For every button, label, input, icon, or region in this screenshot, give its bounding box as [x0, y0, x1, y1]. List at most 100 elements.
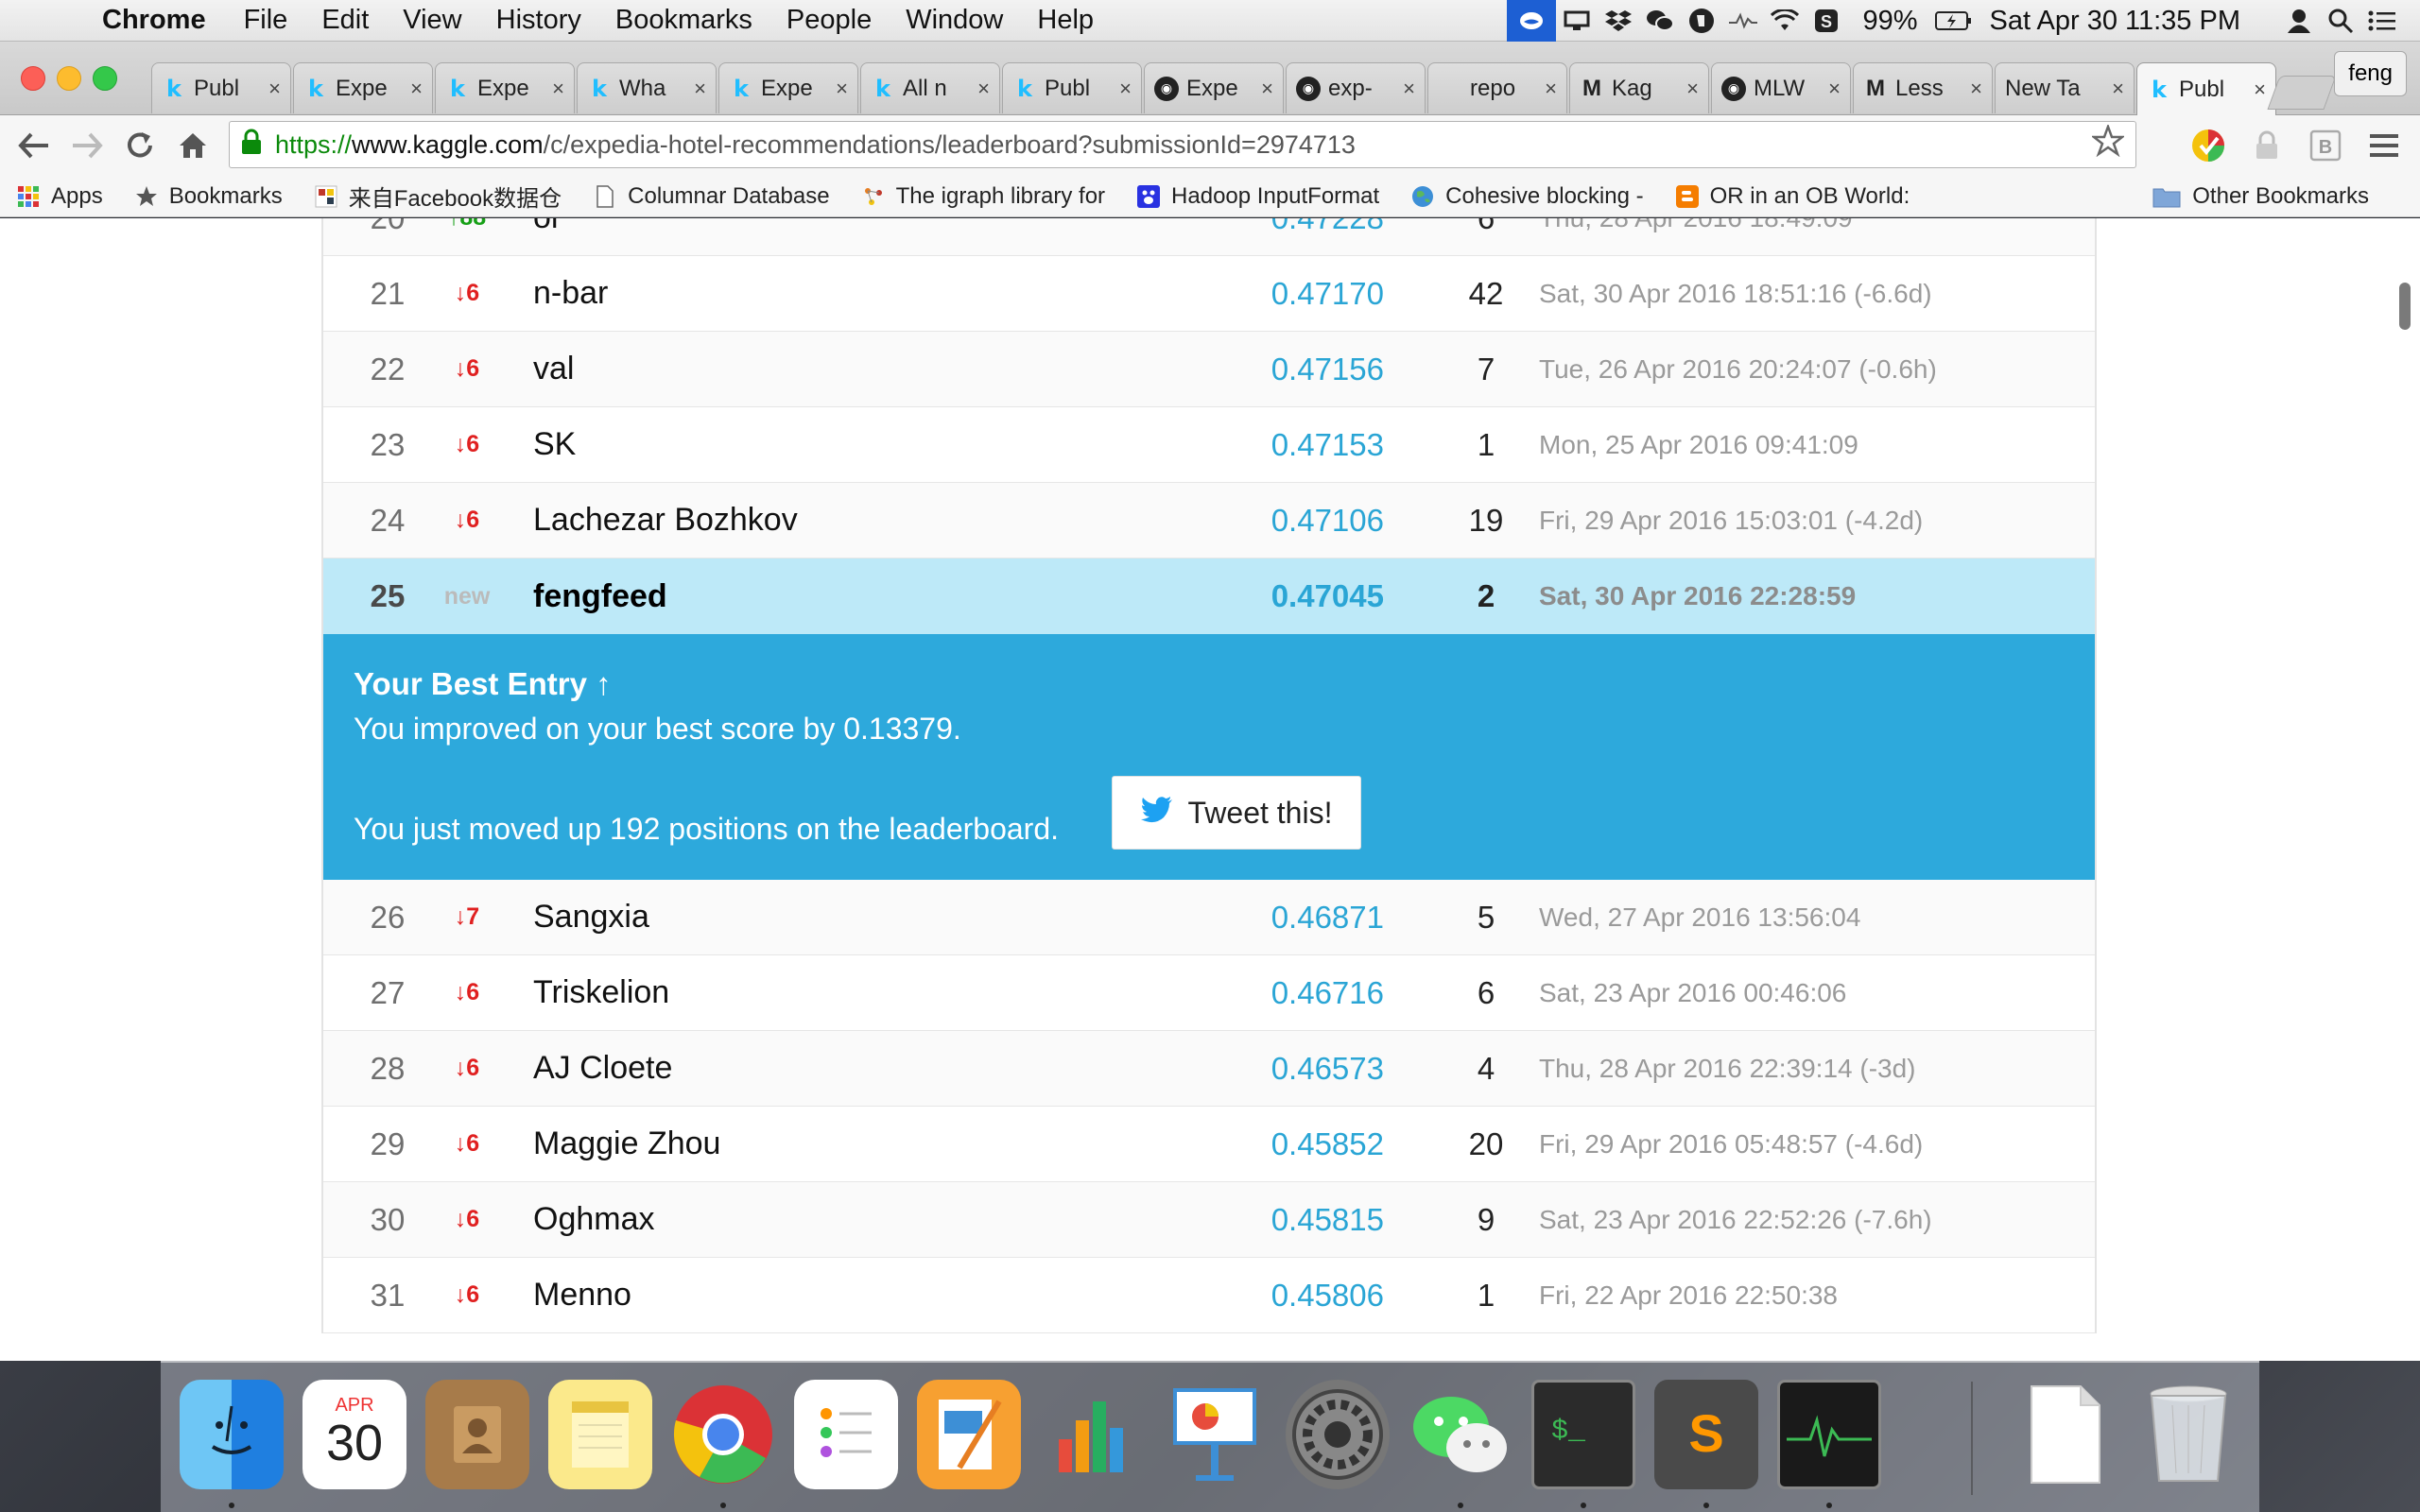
browser-tab[interactable]: M Kag ×: [1569, 62, 1709, 113]
close-tab-icon[interactable]: ×: [1545, 77, 1557, 101]
new-tab-button[interactable]: [2267, 76, 2337, 110]
row-team-name[interactable]: Triskelion: [533, 974, 669, 1011]
user-icon[interactable]: [2278, 0, 2320, 42]
browser-tab[interactable]: k Publ ×: [151, 62, 291, 113]
reload-button[interactable]: [113, 119, 166, 172]
row-team-name[interactable]: or: [533, 218, 562, 236]
browser-tab[interactable]: k Expe ×: [435, 62, 575, 113]
terminal-icon[interactable]: $_: [1531, 1380, 1635, 1489]
leaderboard-row[interactable]: 31 ↓6 Menno 0.45806 1 Fri, 22 Apr 2016 22:50:…: [323, 1258, 2095, 1333]
close-tab-icon[interactable]: ×: [552, 77, 564, 101]
tweet-this-button[interactable]: Tweet this!: [1112, 776, 1361, 850]
wifi-tray-icon[interactable]: [1764, 0, 1806, 42]
row-team-name[interactable]: fengfeed: [533, 578, 667, 615]
chrome-menu-icon[interactable]: [2361, 123, 2407, 168]
secure-lock-icon[interactable]: [241, 129, 262, 162]
browser-tab[interactable]: New Ta ×: [1995, 62, 2135, 113]
system-preferences-icon[interactable]: [1286, 1380, 1390, 1489]
browser-tab[interactable]: k Expe ×: [293, 62, 433, 113]
lock-extension-icon[interactable]: [2244, 123, 2290, 168]
close-tab-icon[interactable]: ×: [1970, 77, 1982, 101]
page-viewport[interactable]: 20 ↑88 or 0.47228 6 Thu, 28 Apr 2016 18:49:09…: [0, 218, 2420, 1361]
leaderboard-row[interactable]: 21 ↓6 n-bar 0.47170 42 Sat, 30 Apr 2016 18:51…: [323, 256, 2095, 332]
row-team-name[interactable]: AJ Cloete: [533, 1050, 672, 1087]
browser-tab[interactable]: M Less ×: [1853, 62, 1993, 113]
menu-view[interactable]: View: [403, 5, 461, 36]
spotlight-search-icon[interactable]: [2320, 0, 2361, 42]
row-score[interactable]: 0.47156: [1269, 352, 1384, 387]
browser-tab[interactable]: k Expe ×: [718, 62, 858, 113]
notification-center-icon[interactable]: [2361, 0, 2403, 42]
leaderboard-row[interactable]: 28 ↓6 AJ Cloete 0.46573 4 Thu, 28 Apr 2016 22…: [323, 1031, 2095, 1107]
back-button[interactable]: [8, 119, 60, 172]
numbers-icon[interactable]: [1040, 1380, 1144, 1489]
address-bar[interactable]: https://www.kaggle.com/c/expedia-hotel-r…: [229, 121, 2136, 168]
bookmark-facebook-warehouse[interactable]: 来自Facebook数据仓: [315, 180, 562, 213]
app-menu[interactable]: Chrome: [102, 5, 206, 36]
bookmark-hadoop-inputformat[interactable]: Hadoop InputFormat: [1137, 183, 1379, 210]
document-icon[interactable]: [2014, 1380, 2118, 1489]
row-team-name[interactable]: Lachezar Bozhkov: [533, 502, 798, 539]
google-drive-extension-icon[interactable]: [2186, 123, 2231, 168]
wechat-icon[interactable]: [1409, 1380, 1512, 1489]
my-leaderboard-row[interactable]: 25 new fengfeed 0.47045 2 Sat, 30 Apr 20…: [323, 558, 2095, 634]
display-tray-icon[interactable]: [1556, 0, 1598, 42]
bold-extension-icon[interactable]: B: [2303, 123, 2348, 168]
close-tab-icon[interactable]: ×: [2112, 77, 2124, 101]
browser-tab[interactable]: k All n ×: [860, 62, 1000, 113]
leaderboard-row[interactable]: 24 ↓6 Lachezar Bozhkov 0.47106 19 Fri, 29 Apr…: [323, 483, 2095, 558]
trash-icon[interactable]: [2136, 1380, 2240, 1489]
row-score[interactable]: 0.46871: [1269, 900, 1384, 936]
close-tab-icon[interactable]: ×: [410, 77, 423, 101]
close-tab-icon[interactable]: ×: [977, 77, 990, 101]
leaderboard-row[interactable]: 22 ↓6 val 0.47156 7 Tue, 26 Apr 2016 20:24:07…: [323, 332, 2095, 407]
leaderboard-row[interactable]: 29 ↓6 Maggie Zhou 0.45852 20 Fri, 29 Apr 2016…: [323, 1107, 2095, 1182]
contacts-icon[interactable]: [425, 1380, 529, 1489]
window-minimize-button[interactable]: [57, 66, 81, 91]
bookmark-folder-bookmarks[interactable]: Bookmarks: [135, 183, 283, 210]
bookmark-apps[interactable]: Apps: [17, 183, 103, 210]
menu-edit[interactable]: Edit: [321, 5, 369, 36]
battery-icon[interactable]: [1933, 0, 1975, 42]
row-score[interactable]: 0.47228: [1269, 218, 1384, 236]
close-tab-icon[interactable]: ×: [1686, 77, 1699, 101]
bookmark-other-bookmarks[interactable]: Other Bookmarks: [2152, 176, 2369, 217]
sogou-tray-icon[interactable]: S: [1806, 0, 1847, 42]
menu-bar-clock[interactable]: Sat Apr 30 11:35 PM: [1990, 6, 2240, 37]
leaderboard-row[interactable]: 30 ↓6 Oghmax 0.45815 9 Sat, 23 Apr 2016 22:52…: [323, 1182, 2095, 1258]
menu-help[interactable]: Help: [1037, 5, 1094, 36]
menu-bookmarks[interactable]: Bookmarks: [615, 5, 752, 36]
menu-file[interactable]: File: [244, 5, 288, 36]
row-team-name[interactable]: val: [533, 351, 574, 387]
dropbox-tray-icon[interactable]: [1598, 0, 1639, 42]
pages-icon[interactable]: [917, 1380, 1021, 1489]
battery-status[interactable]: 99%: [1862, 6, 1917, 37]
menu-window[interactable]: Window: [906, 5, 1003, 36]
evernote-tray-icon[interactable]: [1681, 0, 1722, 42]
notes-icon[interactable]: [548, 1380, 652, 1489]
forward-button[interactable]: [60, 119, 113, 172]
close-tab-icon[interactable]: ×: [1261, 77, 1273, 101]
window-close-button[interactable]: [21, 66, 45, 91]
row-score[interactable]: 0.47045: [1269, 578, 1384, 614]
bookmark-star-icon[interactable]: [2090, 122, 2126, 165]
bookmark-igraph[interactable]: The igraph library for: [862, 183, 1105, 210]
row-team-name[interactable]: Oghmax: [533, 1201, 655, 1238]
activity-monitor-icon[interactable]: [1777, 1380, 1881, 1489]
row-score[interactable]: 0.47106: [1269, 503, 1384, 539]
browser-tab[interactable]: k Publ ×: [2136, 62, 2276, 115]
row-team-name[interactable]: Maggie Zhou: [533, 1125, 720, 1162]
finder-icon[interactable]: [180, 1380, 284, 1489]
keynote-icon[interactable]: [1163, 1380, 1267, 1489]
browser-tab[interactable]: k Publ ×: [1002, 62, 1142, 113]
browser-tab[interactable]: ◉ MLW ×: [1711, 62, 1851, 113]
activity-tray-icon[interactable]: [1722, 0, 1764, 42]
reminders-icon[interactable]: [794, 1380, 898, 1489]
browser-tab[interactable]: ◉ Expe ×: [1144, 62, 1284, 113]
calendar-icon[interactable]: APR 30: [302, 1380, 406, 1489]
leaderboard-row[interactable]: 27 ↓6 Triskelion 0.46716 6 Sat, 23 Apr 2016 0…: [323, 955, 2095, 1031]
bookmark-cohesive-blocking[interactable]: Cohesive blocking -: [1411, 183, 1644, 210]
wechat-tray-icon[interactable]: [1639, 0, 1681, 42]
row-score[interactable]: 0.45815: [1269, 1202, 1384, 1238]
close-tab-icon[interactable]: ×: [694, 77, 706, 101]
